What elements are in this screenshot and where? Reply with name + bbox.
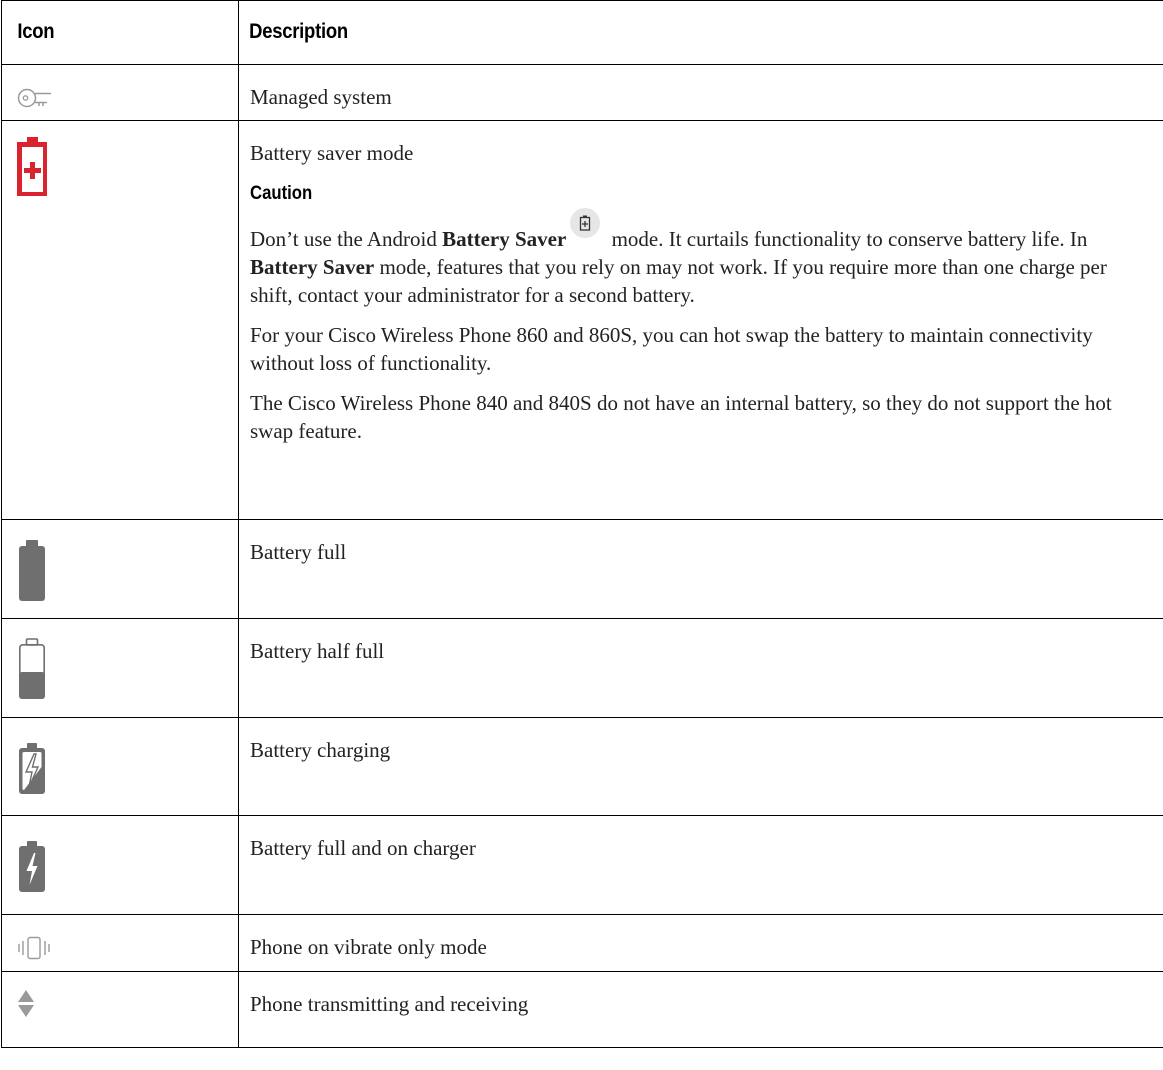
icon-column-header: Icon — [1, 0, 211, 65]
row-label: Phone transmitting and receiving — [250, 992, 529, 1016]
description-cell: Managed system — [238, 64, 1163, 121]
battery-full-icon — [17, 540, 47, 606]
table-row: Battery half full — [1, 618, 1163, 718]
table-row: Managed system — [1, 64, 1163, 121]
table-row: Battery saver mode Caution Don’t use the… — [1, 120, 1163, 520]
icon-description-table: Icon Description Managed system Battery … — [1, 0, 1163, 1048]
row-label: Managed system — [250, 85, 392, 109]
row-label: Battery full — [250, 540, 347, 564]
hot-swap-paragraph: For your Cisco Wireless Phone 860 and 86… — [250, 323, 1093, 375]
row-label: Battery half full — [250, 639, 385, 663]
table-header-row: Icon Description — [1, 0, 1163, 65]
vibrate-icon — [17, 936, 53, 964]
description-column-header: Description — [238, 0, 1059, 65]
battery-saver-small-icon — [570, 208, 601, 238]
caution-text: mode. It curtails functionality to conse… — [606, 227, 1088, 251]
caution-text: mode, features that you rely on may not … — [250, 255, 1107, 307]
description-cell: Battery charging — [238, 717, 1163, 816]
caution-text: Don’t use the Android — [250, 227, 443, 251]
transmit-receive-icon — [17, 990, 37, 1023]
row-label: Battery charging — [250, 738, 391, 762]
table-row: Battery full — [1, 519, 1163, 619]
battery-saver-icon — [17, 137, 48, 200]
icon-cell — [1, 618, 239, 718]
description-cell: Battery full — [238, 519, 1163, 619]
battery-saver-term: Battery Saver — [442, 227, 567, 251]
description-cell: Battery full and on charger — [238, 815, 1163, 915]
battery-full-charger-icon — [17, 841, 47, 897]
table-row: Battery charging — [1, 717, 1163, 816]
battery-charging-icon — [17, 743, 47, 799]
caution-paragraph: Don’t use the Android Battery Saver mode… — [250, 208, 1151, 309]
key-icon — [17, 88, 53, 114]
no-battery-paragraph: The Cisco Wireless Phone 840 and 840S do… — [250, 391, 1112, 443]
icon-cell — [1, 914, 239, 972]
icon-cell — [1, 64, 239, 121]
icon-cell — [1, 120, 239, 520]
description-cell: Phone transmitting and receiving — [238, 971, 1163, 1048]
table-row: Phone transmitting and receiving — [1, 971, 1163, 1048]
table-row: Battery full and on charger — [1, 815, 1163, 915]
description-cell: Phone on vibrate only mode — [238, 914, 1163, 972]
icon-cell — [1, 971, 239, 1048]
row-label: Battery saver mode — [250, 141, 414, 165]
description-cell: Battery saver mode Caution Don’t use the… — [238, 120, 1163, 520]
icon-cell — [1, 717, 239, 816]
battery-half-icon — [17, 638, 47, 704]
icon-cell — [1, 519, 239, 619]
table-row: Phone on vibrate only mode — [1, 914, 1163, 972]
description-cell: Battery half full — [238, 618, 1163, 718]
row-label: Phone on vibrate only mode — [250, 935, 487, 959]
row-label: Battery full and on charger — [250, 836, 476, 860]
battery-saver-term: Battery Saver — [250, 255, 375, 279]
caution-label: Caution — [250, 183, 313, 204]
icon-cell — [1, 815, 239, 915]
